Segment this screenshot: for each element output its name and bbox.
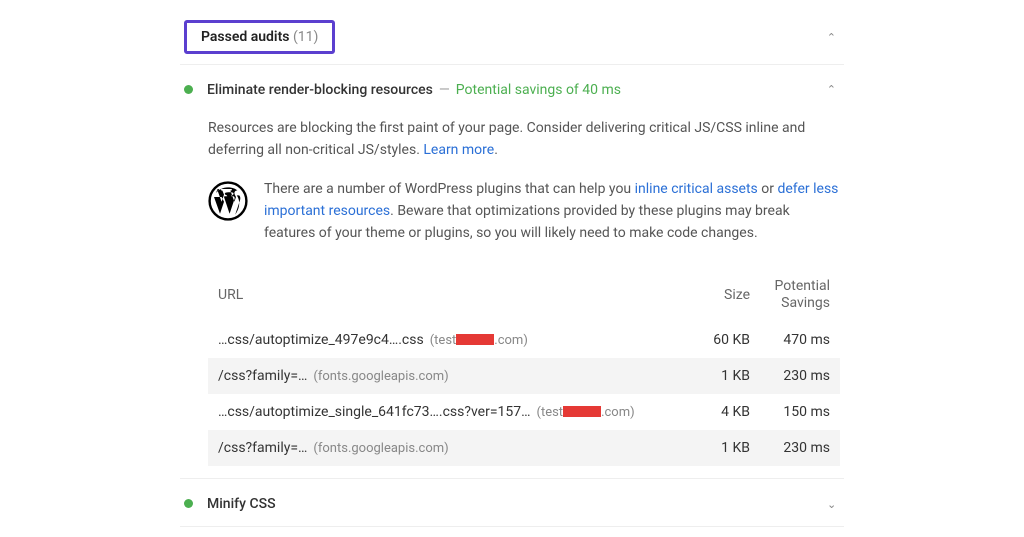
passed-audits-header[interactable]: Passed audits (11) ⌃: [180, 10, 844, 65]
cell-size: 1 KB: [680, 440, 750, 456]
audit-title: Minify CSS: [207, 496, 276, 512]
url-path: …css/autoptimize_single_641fc73….css?ver…: [218, 404, 531, 420]
chevron-up-icon[interactable]: ⌃: [823, 79, 840, 100]
separator: —: [439, 82, 450, 98]
cell-size: 1 KB: [680, 368, 750, 384]
audit-description: Resources are blocking the first paint o…: [208, 118, 840, 161]
cell-savings: 470 ms: [750, 332, 830, 348]
cell-size: 60 KB: [680, 332, 750, 348]
redacted-icon: [563, 406, 601, 417]
resources-table: URL Size Potential Savings …css/autoptim…: [208, 268, 840, 466]
passed-audits-box: Passed audits (11): [184, 20, 335, 54]
table-body: …css/autoptimize_497e9c4….css (test.com) 6…: [208, 322, 840, 466]
status-dot-icon: [184, 85, 193, 94]
col-savings-header: Potential Savings: [750, 278, 830, 312]
audit-header-left: Eliminate render-blocking resources — Po…: [184, 82, 823, 98]
audit-header[interactable]: Minify CSS ⌃: [184, 493, 840, 514]
cell-savings: 230 ms: [750, 440, 830, 456]
col-url-header: URL: [218, 287, 680, 303]
url-domain: (fonts.googleapis.com): [313, 441, 448, 456]
url-domain: (test.com): [430, 333, 528, 348]
chevron-down-icon[interactable]: ⌃: [823, 493, 840, 514]
passed-audits-count: (11): [293, 29, 318, 45]
redacted-icon: [456, 334, 494, 345]
cell-url: …css/autoptimize_single_641fc73….css?ver…: [218, 404, 680, 420]
audit-minify-css: Minify CSS ⌃: [180, 479, 844, 527]
cell-savings: 230 ms: [750, 368, 830, 384]
table-row: /css?family=… (fonts.googleapis.com) 1 KB2…: [208, 430, 840, 466]
wordpress-icon: [208, 181, 248, 221]
status-dot-icon: [184, 499, 193, 508]
audit-render-blocking: Eliminate render-blocking resources — Po…: [180, 65, 844, 479]
url-domain: (fonts.googleapis.com): [313, 369, 448, 384]
description-text: Resources are blocking the first paint o…: [208, 120, 805, 158]
audit-header[interactable]: Eliminate render-blocking resources — Po…: [184, 79, 840, 100]
cell-url: /css?family=… (fonts.googleapis.com): [218, 440, 680, 456]
wordpress-tip: There are a number of WordPress plugins …: [208, 179, 840, 244]
cell-savings: 150 ms: [750, 404, 830, 420]
cell-size: 4 KB: [680, 404, 750, 420]
table-row: …css/autoptimize_497e9c4….css (test.com) 6…: [208, 322, 840, 358]
audit-title: Eliminate render-blocking resources: [207, 82, 433, 98]
table-row: /css?family=… (fonts.googleapis.com) 1 KB2…: [208, 358, 840, 394]
chevron-up-icon[interactable]: ⌃: [823, 27, 840, 48]
table-header: URL Size Potential Savings: [208, 268, 840, 322]
inline-critical-link[interactable]: inline critical assets: [635, 181, 758, 197]
url-path: /css?family=…: [218, 368, 307, 384]
wordpress-tip-text: There are a number of WordPress plugins …: [264, 179, 840, 244]
page-container: Passed audits (11) ⌃ Eliminate render-bl…: [0, 0, 1024, 537]
passed-audits-label: Passed audits: [201, 29, 289, 45]
cell-url: …css/autoptimize_497e9c4….css (test.com): [218, 332, 680, 348]
url-domain: (test.com): [537, 405, 635, 420]
url-path: …css/autoptimize_497e9c4….css: [218, 332, 424, 348]
potential-savings-label: Potential savings of 40 ms: [456, 82, 621, 98]
learn-more-link[interactable]: Learn more: [423, 142, 494, 158]
cell-url: /css?family=… (fonts.googleapis.com): [218, 368, 680, 384]
col-size-header: Size: [680, 287, 750, 303]
table-row: …css/autoptimize_single_641fc73….css?ver…: [208, 394, 840, 430]
url-path: /css?family=…: [218, 440, 307, 456]
